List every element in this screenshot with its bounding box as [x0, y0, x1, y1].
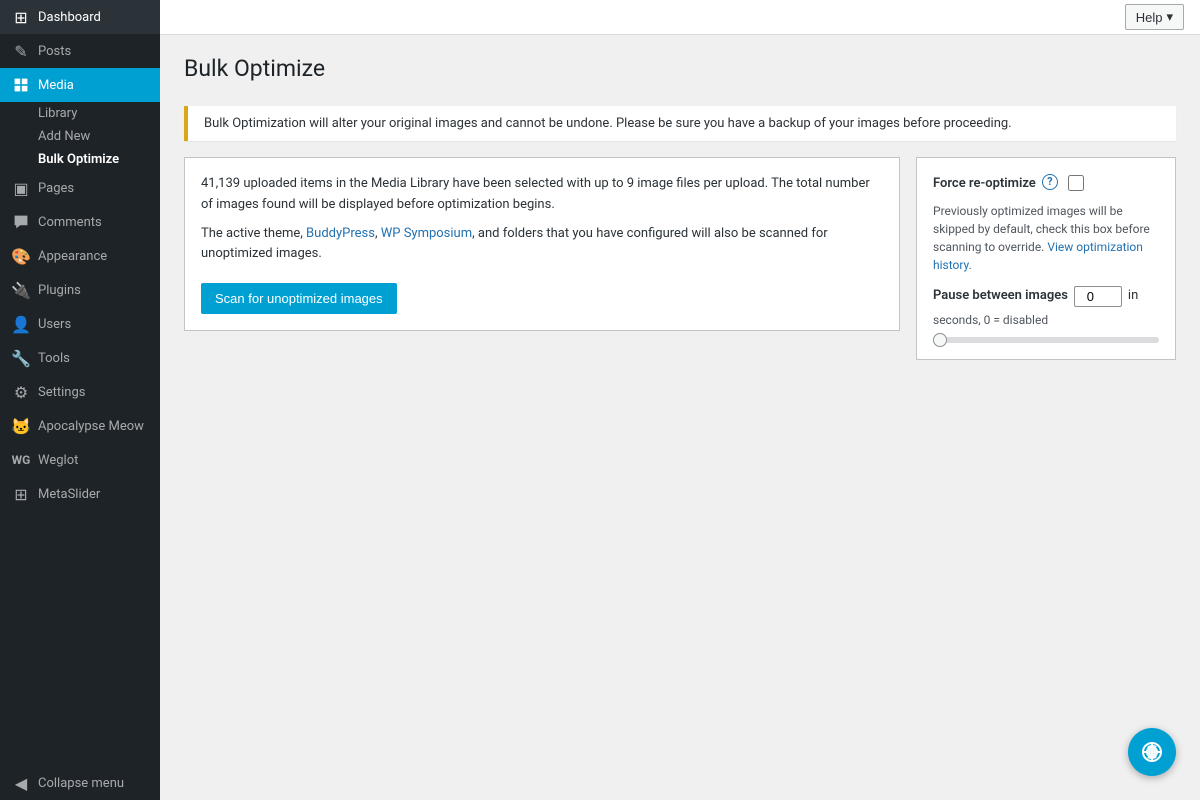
info-line2: The active theme, BuddyPress, WP Symposi… — [201, 224, 883, 266]
sidebar-item-posts[interactable]: ✎ Posts — [0, 34, 160, 68]
sidebar-item-comments[interactable]: Comments — [0, 205, 160, 239]
sidebar-item-label: MetaSlider — [38, 487, 100, 502]
help-tooltip-icon[interactable]: ? — [1042, 174, 1058, 190]
appearance-icon: 🎨 — [12, 247, 30, 265]
sidebar-item-apocalypse-meow[interactable]: 🐱 Apocalypse Meow — [0, 409, 160, 443]
sidebar-item-label: Pages — [38, 181, 74, 196]
weglot-icon: WG — [12, 451, 30, 469]
media-icon — [12, 76, 30, 94]
view-history-link[interactable]: View optimization history. — [933, 240, 1143, 272]
sidebar-item-settings[interactable]: ⚙ Settings — [0, 375, 160, 409]
sidebar-sub-bulk-optimize[interactable]: Bulk Optimize — [0, 148, 160, 171]
sidebar-item-label: Tools — [38, 351, 70, 366]
buddypress-link[interactable]: BuddyPress — [306, 226, 375, 241]
content-row: 41,139 uploaded items in the Media Libra… — [184, 157, 1176, 360]
apocalypse-meow-icon: 🐱 — [12, 417, 30, 435]
sidebar-item-users[interactable]: 👤 Users — [0, 307, 160, 341]
sidebar-item-dashboard[interactable]: ⊞ Dashboard — [0, 0, 160, 34]
force-reoptimize-checkbox[interactable] — [1068, 175, 1084, 191]
pause-unit: in — [1128, 286, 1138, 306]
pause-input[interactable] — [1074, 286, 1122, 307]
sidebar: ⊞ Dashboard ✎ Posts Media Library Add Ne… — [0, 0, 160, 800]
sidebar-item-label: Appearance — [38, 249, 107, 264]
sidebar-sub-library[interactable]: Library — [0, 102, 160, 125]
sidebar-item-label: Dashboard — [38, 10, 101, 25]
sidebar-item-label: Apocalypse Meow — [38, 419, 144, 434]
sidebar-item-label: Media — [38, 78, 74, 93]
info-line1: 41,139 uploaded items in the Media Libra… — [201, 174, 883, 216]
sidebar-item-tools[interactable]: 🔧 Tools — [0, 341, 160, 375]
force-reoptimize-desc: Previously optimized images will be skip… — [933, 202, 1159, 274]
chevron-down-icon: ▾ — [1166, 9, 1173, 25]
posts-icon: ✎ — [12, 42, 30, 60]
scan-button[interactable]: Scan for unoptimized images — [201, 283, 397, 314]
dashboard-icon: ⊞ — [12, 8, 30, 26]
sidebar-item-media[interactable]: Media — [0, 68, 160, 102]
topbar: Help ▾ — [160, 0, 1200, 35]
sidebar-item-weglot[interactable]: WG Weglot — [0, 443, 160, 477]
comments-icon — [12, 213, 30, 231]
help-button[interactable]: Help ▾ — [1125, 4, 1184, 30]
page-title: Bulk Optimize — [184, 55, 1176, 82]
main-area: Help ▾ Bulk Optimize Bulk Optimization w… — [160, 0, 1200, 800]
settings-icon: ⚙ — [12, 383, 30, 401]
support-button[interactable] — [1128, 728, 1176, 776]
help-label: Help — [1136, 10, 1163, 25]
sidebar-item-label: Posts — [38, 44, 71, 59]
notice-text: Bulk Optimization will alter your origin… — [204, 116, 1012, 131]
slider-container — [933, 337, 1159, 343]
sidebar-item-label: Users — [38, 317, 71, 332]
sidebar-item-label: Plugins — [38, 283, 81, 298]
pause-label: Pause between images — [933, 286, 1068, 306]
lifebuoy-icon — [1140, 740, 1164, 764]
warning-notice: Bulk Optimization will alter your origin… — [184, 106, 1176, 141]
content-area: Bulk Optimize Bulk Optimization will alt… — [160, 35, 1200, 800]
sidebar-item-label: Settings — [38, 385, 85, 400]
sidebar-item-label: Comments — [38, 215, 102, 230]
sidebar-item-label: Weglot — [38, 453, 78, 468]
info-box: 41,139 uploaded items in the Media Libra… — [184, 157, 900, 331]
slider-track[interactable] — [933, 337, 1159, 343]
plugins-icon: 🔌 — [12, 281, 30, 299]
sidebar-item-appearance[interactable]: 🎨 Appearance — [0, 239, 160, 273]
wp-symposium-link[interactable]: WP Symposium — [381, 226, 472, 241]
slider-thumb[interactable] — [933, 333, 947, 347]
pause-sub: seconds, 0 = disabled — [933, 311, 1159, 329]
sidebar-item-pages[interactable]: ▣ Pages — [0, 171, 160, 205]
sidebar-item-plugins[interactable]: 🔌 Plugins — [0, 273, 160, 307]
collapse-icon: ◀ — [12, 774, 30, 792]
sidebar-sub-add-new[interactable]: Add New — [0, 125, 160, 148]
collapse-label: Collapse menu — [38, 776, 124, 791]
metaslider-icon: ⊞ — [12, 485, 30, 503]
tools-icon: 🔧 — [12, 349, 30, 367]
users-icon: 👤 — [12, 315, 30, 333]
force-reoptimize-label: Force re-optimize — [933, 174, 1036, 194]
options-panel: Force re-optimize ? Previously optimized… — [916, 157, 1176, 360]
pause-row: Pause between images in — [933, 286, 1159, 307]
pages-icon: ▣ — [12, 179, 30, 197]
sidebar-item-metaslider[interactable]: ⊞ MetaSlider — [0, 477, 160, 511]
sidebar-collapse-menu[interactable]: ◀ Collapse menu — [0, 766, 160, 800]
